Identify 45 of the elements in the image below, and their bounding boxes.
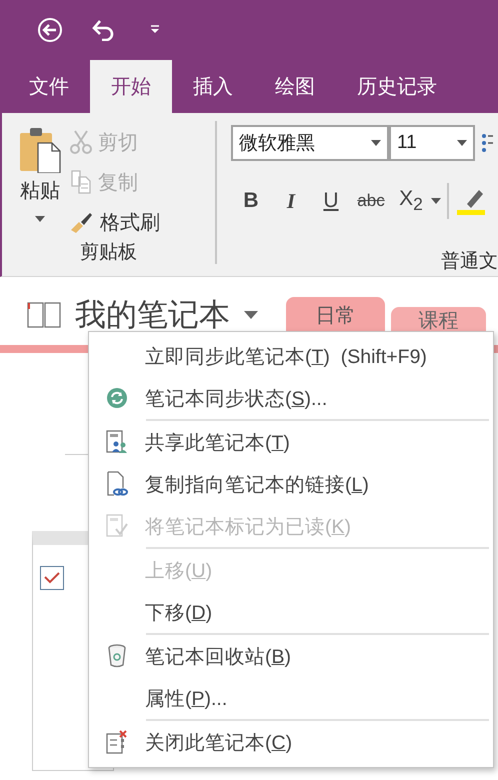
ribbon-tab[interactable]: 绘图	[254, 60, 336, 113]
group-label: 普通文	[441, 250, 498, 274]
clipboard-action[interactable]: 格式刷	[70, 205, 160, 239]
menu-item[interactable]: 笔记本同步状态(S)...	[89, 377, 493, 419]
paste-button[interactable]: 粘贴	[2, 121, 70, 239]
copy-icon	[70, 170, 92, 194]
ribbon-tab[interactable]: 开始	[90, 60, 172, 113]
back-icon[interactable]	[37, 17, 63, 43]
format-button[interactable]: abc	[351, 191, 391, 211]
notebook-icon[interactable]	[27, 302, 61, 328]
close-notebook-icon	[106, 730, 128, 754]
caret-icon[interactable]	[244, 311, 258, 319]
bullet-list-icon[interactable]	[481, 132, 493, 154]
font-family-field[interactable]: 微软雅黑	[231, 125, 389, 161]
format-button[interactable]: B	[231, 189, 271, 213]
share-icon	[106, 430, 128, 454]
menu-item[interactable]: 复制指向笔记本的链接(L)	[89, 463, 493, 505]
font-size-field[interactable]: 11	[389, 125, 475, 161]
format-button[interactable]: U	[311, 189, 351, 213]
format-button[interactable]: I	[271, 188, 311, 214]
recycle-bin-icon	[107, 644, 127, 668]
ribbon-tab[interactable]: 文件	[8, 60, 90, 113]
scissors-icon	[70, 130, 92, 154]
format-button[interactable]: X$_{2}$	[391, 186, 431, 216]
menu-item[interactable]: 属性(P)...	[89, 677, 493, 719]
menu-item[interactable]: 下移(D)	[89, 591, 493, 633]
menu-item[interactable]: 共享此笔记本(T)	[89, 421, 493, 463]
clipboard-icon	[18, 127, 62, 173]
undo-icon[interactable]	[91, 19, 115, 41]
menu-item[interactable]: 笔记本回收站(B)	[89, 635, 493, 677]
brush-icon	[70, 210, 94, 234]
dropdown-icon[interactable]	[431, 198, 441, 204]
menu-item[interactable]: 关闭此笔记本(C)	[89, 721, 493, 763]
link-icon	[106, 471, 128, 497]
sync-icon	[106, 387, 128, 409]
check-icon	[44, 572, 60, 584]
ribbon-tab[interactable]: 插入	[172, 60, 254, 113]
customize-dropdown-icon[interactable]	[149, 25, 161, 35]
ribbon-tab[interactable]: 历史记录	[336, 60, 458, 113]
caret-icon	[35, 216, 45, 222]
mark-read-icon	[106, 514, 128, 538]
group-label: 剪贴板	[79, 241, 138, 265]
checkbox[interactable]	[40, 566, 64, 590]
dropdown-icon	[457, 140, 467, 146]
dropdown-icon	[371, 140, 381, 146]
